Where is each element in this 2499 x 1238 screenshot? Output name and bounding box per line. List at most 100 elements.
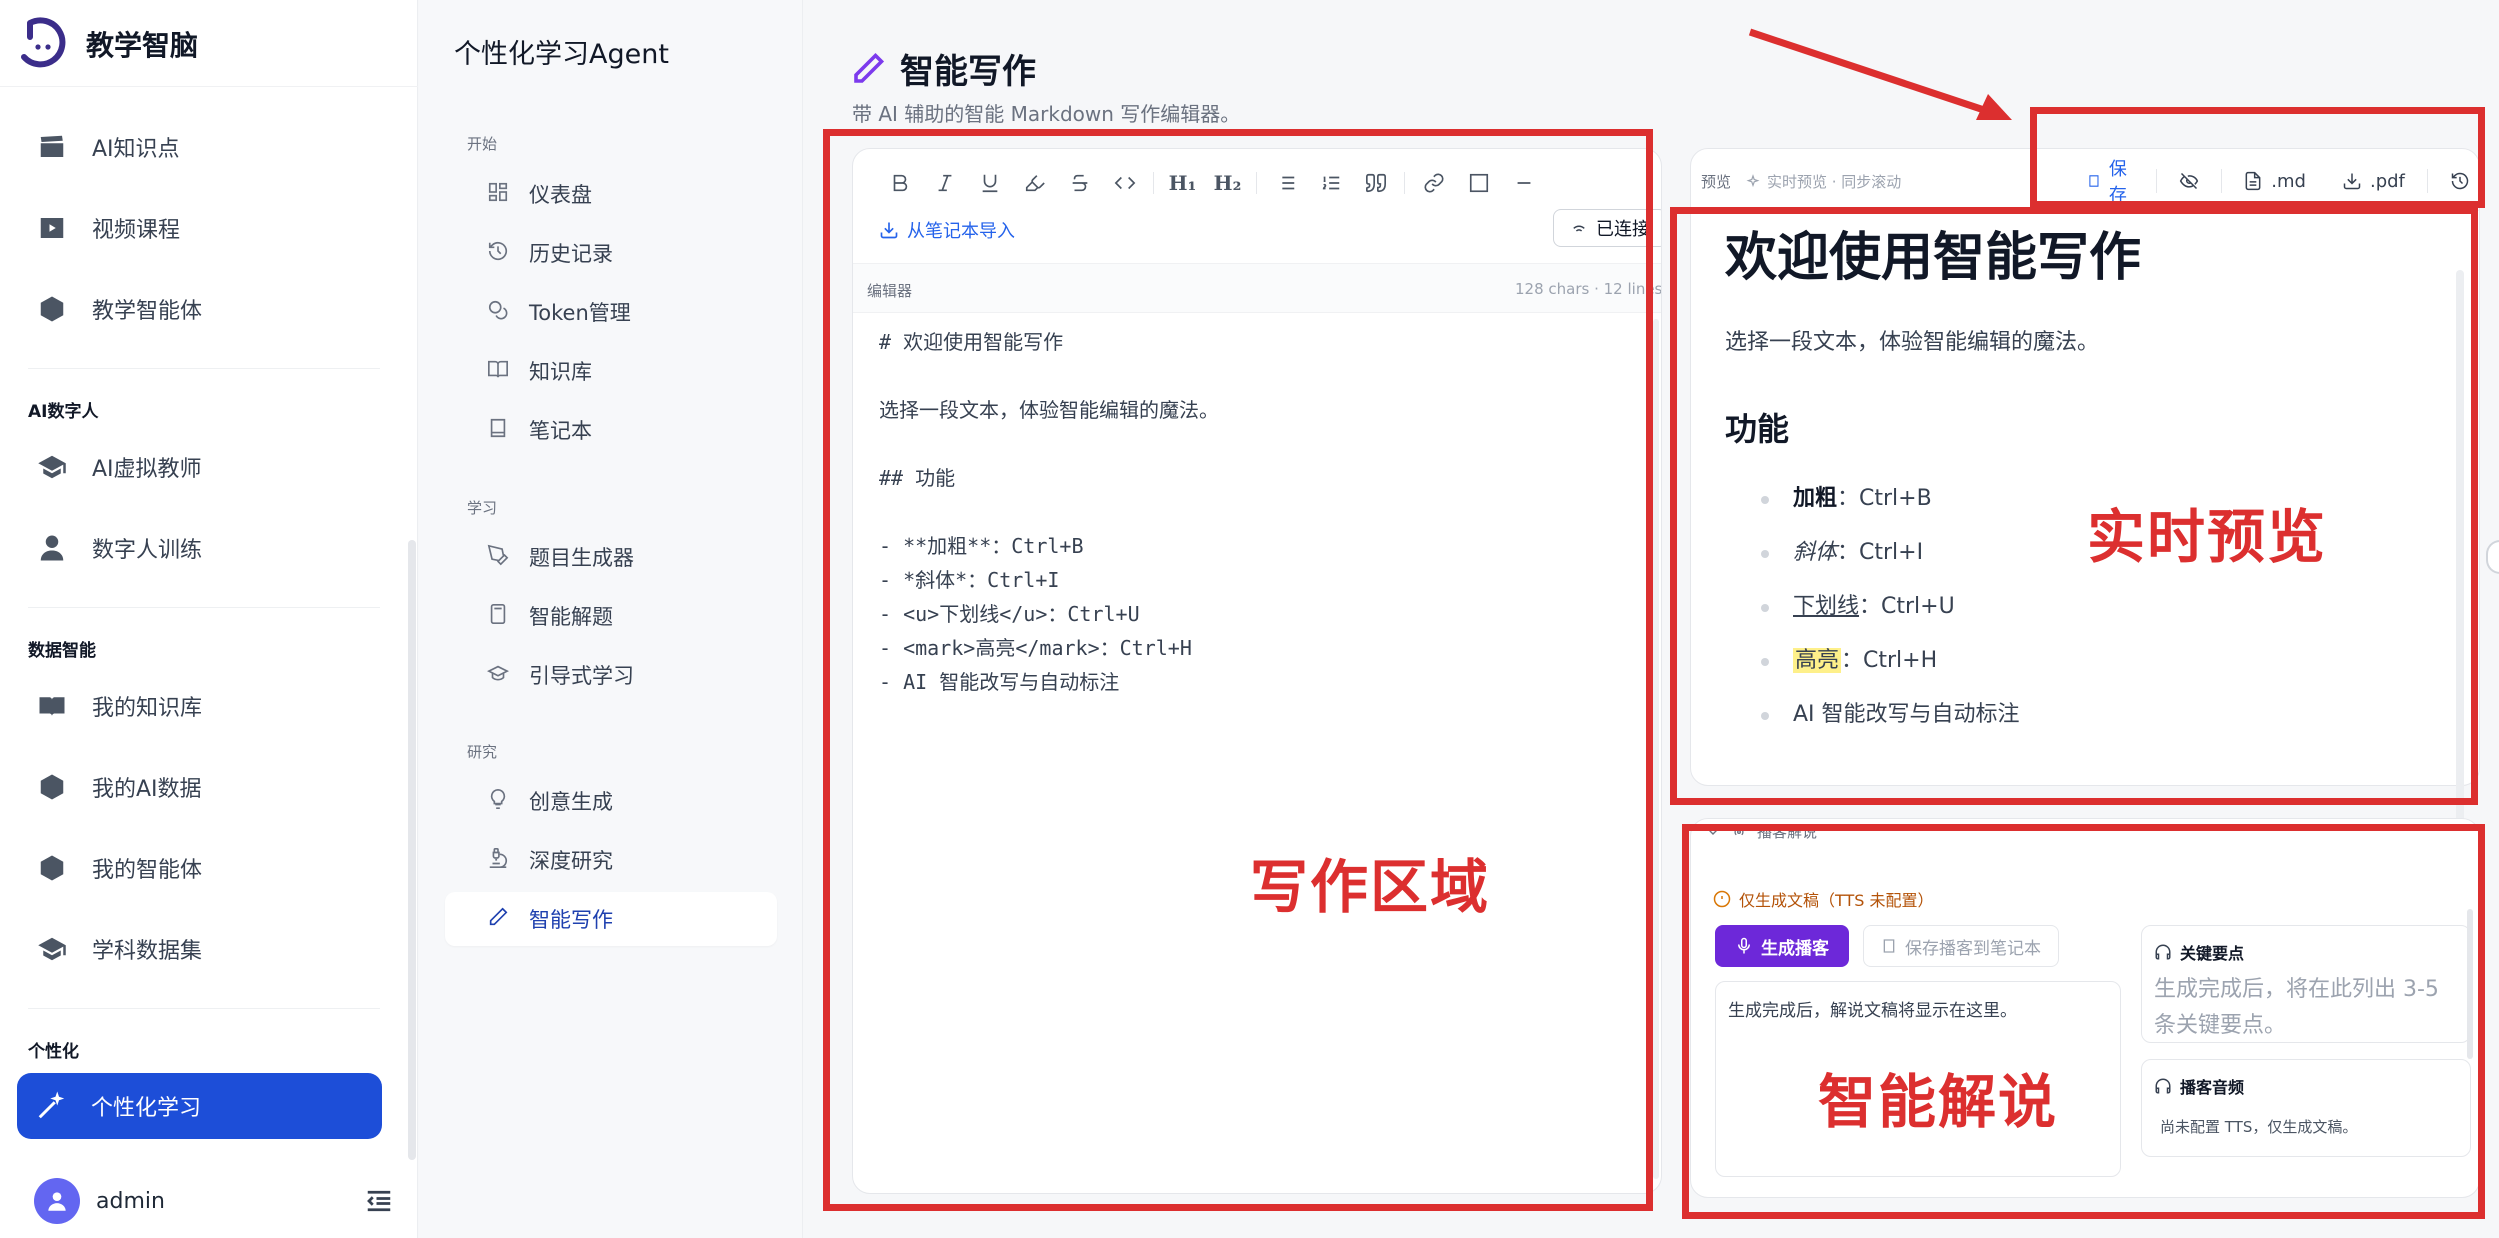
sub-item-label: 创意生成 bbox=[529, 790, 613, 814]
sub-item-label: 笔记本 bbox=[529, 419, 592, 443]
sub-item-idea-generation[interactable]: 创意生成 bbox=[445, 774, 777, 828]
sub-item-label: 引导式学习 bbox=[529, 664, 634, 688]
annotation-arrow bbox=[1748, 28, 2012, 120]
sub-item-smart-solver[interactable]: 智能解题 bbox=[445, 589, 777, 643]
sub-section-research: 研究 bbox=[467, 743, 498, 761]
nav-item-digital-human-training[interactable]: 数字人训练 bbox=[18, 516, 380, 580]
nav-item-subject-datasets[interactable]: 学科数据集 bbox=[18, 917, 380, 981]
dashboard-icon bbox=[487, 181, 509, 208]
user-icon bbox=[48, 1192, 66, 1211]
annotation-box-preview bbox=[1670, 207, 2478, 805]
divider bbox=[28, 607, 380, 608]
cube-icon bbox=[36, 293, 68, 325]
video-icon bbox=[36, 212, 68, 244]
avatar bbox=[34, 1178, 80, 1224]
nav-item-personalized-learning[interactable]: 个性化学习 bbox=[17, 1073, 382, 1139]
sub-item-label: 深度研究 bbox=[529, 849, 613, 873]
page-subtitle: 带 AI 辅助的智能 Markdown 写作编辑器。 bbox=[852, 102, 1241, 126]
sub-item-label: 历史记录 bbox=[529, 242, 613, 266]
page-title: 智能写作 bbox=[900, 52, 1036, 92]
main-sidebar: 教学智脑 AI知识点 视频课程 教学智能体 AI数字人 AI虚拟教师 数字人训练… bbox=[0, 0, 418, 1238]
graduation-cap-icon bbox=[36, 933, 68, 965]
nav-item-label: 数字人训练 bbox=[92, 538, 203, 563]
annotation-box-writing-area bbox=[823, 129, 1653, 1211]
pen-icon bbox=[854, 52, 885, 83]
brand-logo-icon bbox=[16, 17, 70, 71]
nav-item-label: 我的智能体 bbox=[92, 858, 203, 883]
calculator-icon bbox=[487, 603, 509, 630]
divider bbox=[0, 86, 418, 87]
sub-item-history[interactable]: 历史记录 bbox=[445, 226, 777, 280]
nav-item-label: 教学智能体 bbox=[92, 299, 203, 324]
nav-item-label: AI虚拟教师 bbox=[92, 457, 202, 482]
sub-item-label: 仪表盘 bbox=[529, 183, 592, 207]
microscope-icon bbox=[487, 847, 509, 874]
page-header: 智能写作 bbox=[850, 44, 1036, 93]
sub-section-start: 开始 bbox=[467, 135, 498, 153]
annotation-label-narration: 智能解说 bbox=[1818, 1068, 2059, 1136]
agent-sidebar: 个性化学习Agent 开始 仪表盘 历史记录 Token管理 知识库 笔记本 学… bbox=[419, 0, 803, 1238]
graduation-cap-icon bbox=[36, 451, 68, 483]
brand-name: 教学智脑 bbox=[86, 29, 199, 62]
sparkle-icon bbox=[1746, 173, 1760, 187]
nav-item-ai-knowledge[interactable]: AI知识点 bbox=[18, 115, 380, 179]
sub-item-label: Token管理 bbox=[529, 301, 631, 325]
sub-item-token-management[interactable]: Token管理 bbox=[445, 285, 777, 339]
nav-item-my-knowledge-base[interactable]: 我的知识库 bbox=[18, 674, 380, 738]
section-label-digital-human: AI数字人 bbox=[28, 402, 99, 422]
nav-item-label: 我的知识库 bbox=[92, 696, 203, 721]
brand[interactable]: 教学智脑 bbox=[16, 14, 198, 74]
agent-sidebar-title: 个性化学习Agent bbox=[454, 39, 669, 70]
annotation-box-preview-actions bbox=[2030, 107, 2485, 208]
annotation-label-live-preview: 实时预览 bbox=[2087, 503, 2328, 571]
section-label-personalization: 个性化 bbox=[28, 1042, 79, 1062]
sub-item-label: 智能写作 bbox=[529, 908, 613, 932]
nav-item-label: AI知识点 bbox=[92, 137, 180, 162]
nav-item-label: 我的AI数据 bbox=[92, 777, 202, 802]
lightbulb-icon bbox=[487, 788, 509, 815]
nav-item-label: 学科数据集 bbox=[92, 939, 203, 964]
nav-item-ai-virtual-teacher[interactable]: AI虚拟教师 bbox=[18, 435, 380, 499]
nav-item-my-ai-data[interactable]: 我的AI数据 bbox=[18, 755, 380, 819]
sync-status: 实时预览 · 同步滚动 bbox=[1745, 171, 1901, 192]
sync-label: 实时预览 · 同步滚动 bbox=[1767, 173, 1902, 191]
sub-item-deep-research[interactable]: 深度研究 bbox=[445, 833, 777, 887]
sub-item-smart-writing[interactable]: 智能写作 bbox=[445, 892, 777, 946]
sub-section-learning: 学习 bbox=[467, 499, 498, 517]
pen-icon bbox=[487, 906, 509, 933]
section-label-data-intelligence: 数据智能 bbox=[28, 641, 96, 661]
sub-item-dashboard[interactable]: 仪表盘 bbox=[445, 167, 777, 221]
nav-item-label: 视频课程 bbox=[92, 218, 181, 243]
nav-item-video-courses[interactable]: 视频课程 bbox=[18, 196, 380, 260]
person-icon bbox=[36, 532, 68, 564]
pen-tool-icon bbox=[487, 544, 509, 571]
sidebar-scrollbar[interactable] bbox=[408, 540, 416, 1160]
annotation-label-writing-area: 写作区域 bbox=[1250, 853, 1491, 921]
divider bbox=[28, 1008, 380, 1009]
sub-item-notebook[interactable]: 笔记本 bbox=[445, 403, 777, 457]
coins-icon bbox=[487, 299, 509, 326]
graduation-cap-icon bbox=[486, 662, 510, 689]
sub-item-label: 题目生成器 bbox=[529, 546, 634, 570]
preview-label: 预览 bbox=[1701, 173, 1732, 191]
sub-item-knowledge-base[interactable]: 知识库 bbox=[445, 344, 777, 398]
book-open-icon bbox=[487, 358, 509, 385]
sub-item-label: 智能解题 bbox=[529, 605, 613, 629]
annotation-box-narration bbox=[1682, 824, 2485, 1219]
sub-item-question-generator[interactable]: 题目生成器 bbox=[445, 530, 777, 584]
history-icon bbox=[487, 240, 509, 267]
divider bbox=[28, 368, 380, 369]
nav-item-teaching-agent[interactable]: 教学智能体 bbox=[18, 277, 380, 341]
user-name: admin bbox=[96, 1188, 165, 1214]
magic-wand-icon bbox=[35, 1090, 67, 1122]
nav-item-my-agents[interactable]: 我的智能体 bbox=[18, 836, 380, 900]
sub-item-guided-learning[interactable]: 引导式学习 bbox=[445, 648, 777, 702]
editor-scrollbar[interactable] bbox=[1653, 319, 1659, 1179]
ai-box-icon bbox=[36, 771, 68, 803]
cube-icon bbox=[36, 852, 68, 884]
clapperboard-icon bbox=[36, 131, 68, 163]
notebook-icon bbox=[487, 417, 509, 444]
user-profile[interactable]: admin bbox=[34, 1176, 394, 1226]
collapse-sidebar-icon[interactable] bbox=[364, 1186, 394, 1216]
panel-resize-handle[interactable] bbox=[2486, 540, 2499, 574]
